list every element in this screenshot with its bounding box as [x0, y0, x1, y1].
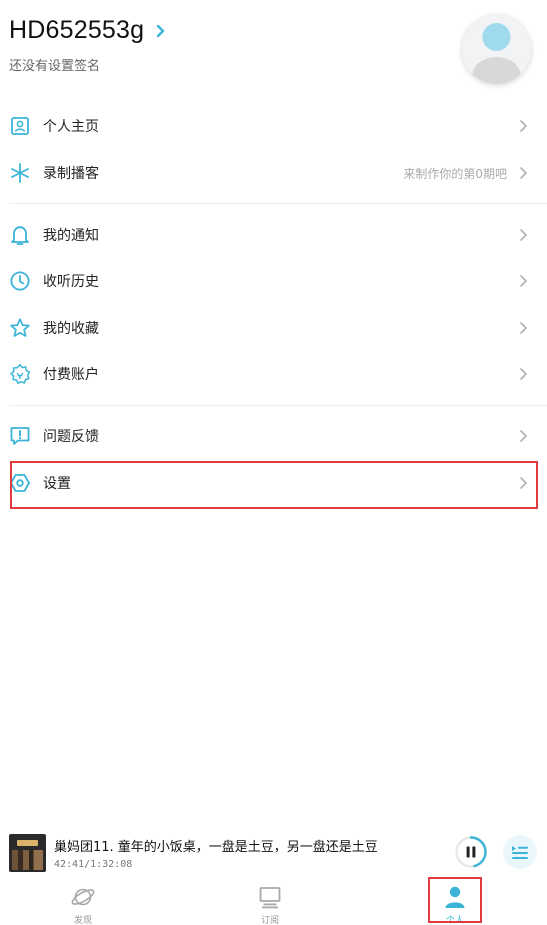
username-link[interactable]: HD652553g	[9, 16, 168, 45]
tab-label: 发现	[73, 916, 92, 925]
tab-discover[interactable]: 发现	[33, 878, 133, 925]
profile-tab-highlight-box	[428, 877, 482, 923]
chevron-right-icon	[520, 120, 528, 132]
person-card-icon	[9, 115, 31, 137]
menu-item-profile-page[interactable]: 个人主页	[0, 103, 547, 149]
chevron-right-icon	[520, 275, 528, 287]
pause-button[interactable]	[454, 835, 488, 869]
menu-item-notifications[interactable]: 我的通知	[0, 212, 547, 258]
bell-icon	[9, 224, 31, 246]
username: HD652553g	[9, 16, 145, 44]
section-divider	[9, 203, 547, 204]
chevron-right-icon	[520, 322, 528, 334]
profile-header: HD652553g 还没有设置签名	[0, 0, 547, 100]
menu-item-label: 付费账户	[43, 367, 99, 383]
cover-photo	[12, 850, 43, 870]
tab-label: 订阅	[260, 916, 279, 925]
signature-text: 还没有设置签名	[9, 59, 101, 74]
menu-item-favorites[interactable]: 我的收藏	[0, 305, 547, 351]
menu-item-feedback[interactable]: 问题反馈	[0, 413, 547, 459]
chevron-right-icon	[520, 167, 528, 179]
track-title: 巢妈团11. 童年的小饭桌，一盘是土豆，另一盘还是土豆	[54, 840, 378, 855]
menu-item-label: 我的通知	[43, 228, 99, 244]
monitor-icon	[259, 887, 281, 909]
settings-highlight-box	[10, 461, 538, 509]
menu-item-listening-history[interactable]: 收听历史	[0, 258, 547, 304]
chevron-right-icon	[157, 24, 165, 37]
chevron-right-icon	[520, 229, 528, 241]
menu-item-paid-account[interactable]: 付费账户	[0, 351, 547, 397]
default-avatar-icon	[472, 23, 521, 84]
section-divider	[9, 405, 547, 406]
menu-item-label: 个人主页	[43, 119, 99, 135]
menu-item-hint: 来制作你的第0期吧	[403, 166, 507, 181]
menu-item-label: 问题反馈	[43, 429, 99, 445]
menu-item-label: 录制播客	[43, 166, 99, 182]
menu-item-label: 收听历史	[43, 274, 99, 290]
feedback-icon	[9, 425, 31, 447]
avatar[interactable]	[462, 15, 531, 84]
chevron-right-icon	[520, 368, 528, 380]
mini-player[interactable]: 巢妈团11. 童年的小饭桌，一盘是土豆，另一盘还是土豆 42:41/1:32:0…	[0, 830, 547, 876]
pause-icon	[455, 836, 487, 868]
track-time: 42:41/1:32:08	[54, 859, 133, 870]
tab-subscriptions[interactable]: 订阅	[220, 878, 320, 925]
planet-icon	[71, 888, 95, 906]
clock-icon	[9, 270, 31, 292]
menu-item-record-podcast[interactable]: 录制播客 来制作你的第0期吧	[0, 150, 547, 196]
badge-icon	[9, 363, 31, 385]
menu-item-label: 我的收藏	[43, 321, 99, 337]
sparkle-icon	[9, 162, 31, 184]
chevron-right-icon	[520, 430, 528, 442]
cover-logo-strip	[17, 840, 38, 846]
episode-cover[interactable]	[9, 834, 46, 872]
playlist-icon	[512, 846, 528, 859]
star-icon	[9, 317, 31, 339]
playlist-button[interactable]	[503, 835, 537, 869]
